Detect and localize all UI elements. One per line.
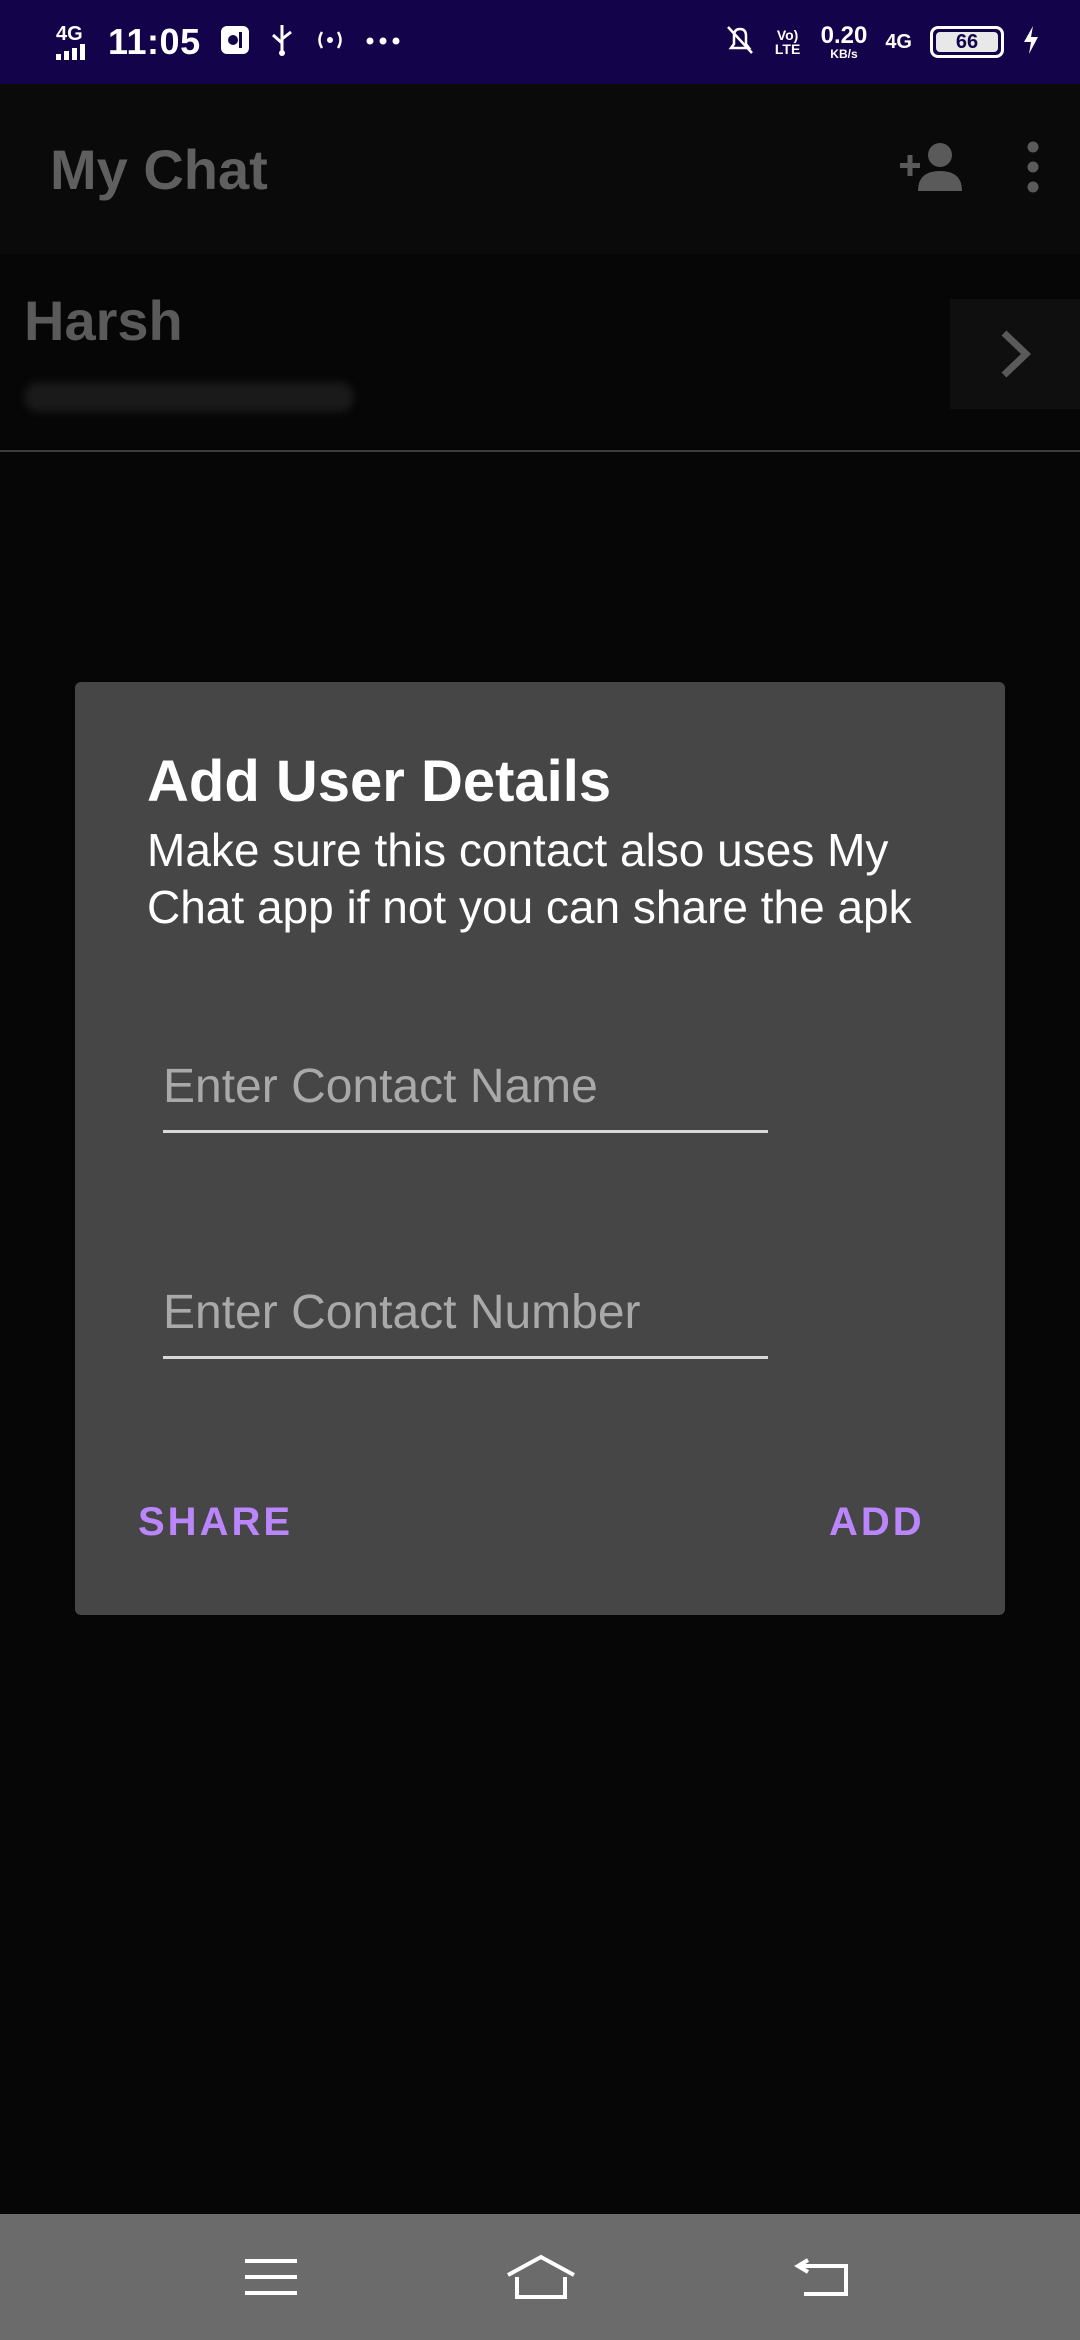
chevron-right-icon [1001,330,1032,378]
mute-notification-icon [725,24,755,61]
battery-icon: 66 [930,26,1004,58]
home-icon[interactable] [481,2232,601,2322]
app-bar-actions [896,139,1040,200]
contact-number-redacted [24,382,354,412]
hotspot-icon [313,27,347,58]
charging-icon [1022,24,1040,61]
dialog-message: Make sure this contact also uses My Chat… [147,824,912,933]
share-button[interactable]: SHARE [138,1500,293,1545]
back-icon[interactable] [762,2232,882,2322]
network-speed-value: 0.20 [820,22,868,49]
status-bar-right: Vo) LTE 0.20 KB/s 4G 66 [725,24,1040,61]
battery-level: 66 [955,30,979,53]
network-speed-unit: KB/s [830,47,858,61]
status-bar: 4G 11:05 Vo) LTE 0.20 KB/s 4G 66 [0,0,1080,84]
overflow-menu-icon[interactable] [1026,141,1040,198]
contact-number-input[interactable] [163,1269,768,1359]
add-button[interactable]: ADD [829,1500,925,1545]
add-contact-icon[interactable] [896,139,966,200]
add-user-dialog: Add User Details Make sure this contact … [75,682,1005,1615]
usb-icon [269,23,295,62]
network-type-left: 4G [56,23,83,45]
app-title: My Chat [50,137,268,201]
status-time: 11:05 [108,21,201,62]
menu-icon[interactable] [211,2232,331,2322]
navigation-bar [0,2214,1080,2340]
status-bar-left: 4G 11:05 [56,21,401,63]
network-speed: 0.20 KB/s [820,22,868,61]
contact-list-item[interactable]: Harsh [0,254,1080,452]
contact-name-input[interactable] [163,1043,768,1133]
usb-debug-icon [219,24,251,61]
more-dots-icon [365,33,401,51]
contact-name: Harsh [24,289,183,352]
network-type-right: 4G [885,31,912,53]
open-chat-button[interactable] [950,299,1080,409]
app-bar: My Chat [0,84,1080,254]
volte-indicator: Vo) LTE [774,27,801,57]
dialog-title: Add User Details [147,749,612,814]
signal-icon: 4G [56,24,90,60]
